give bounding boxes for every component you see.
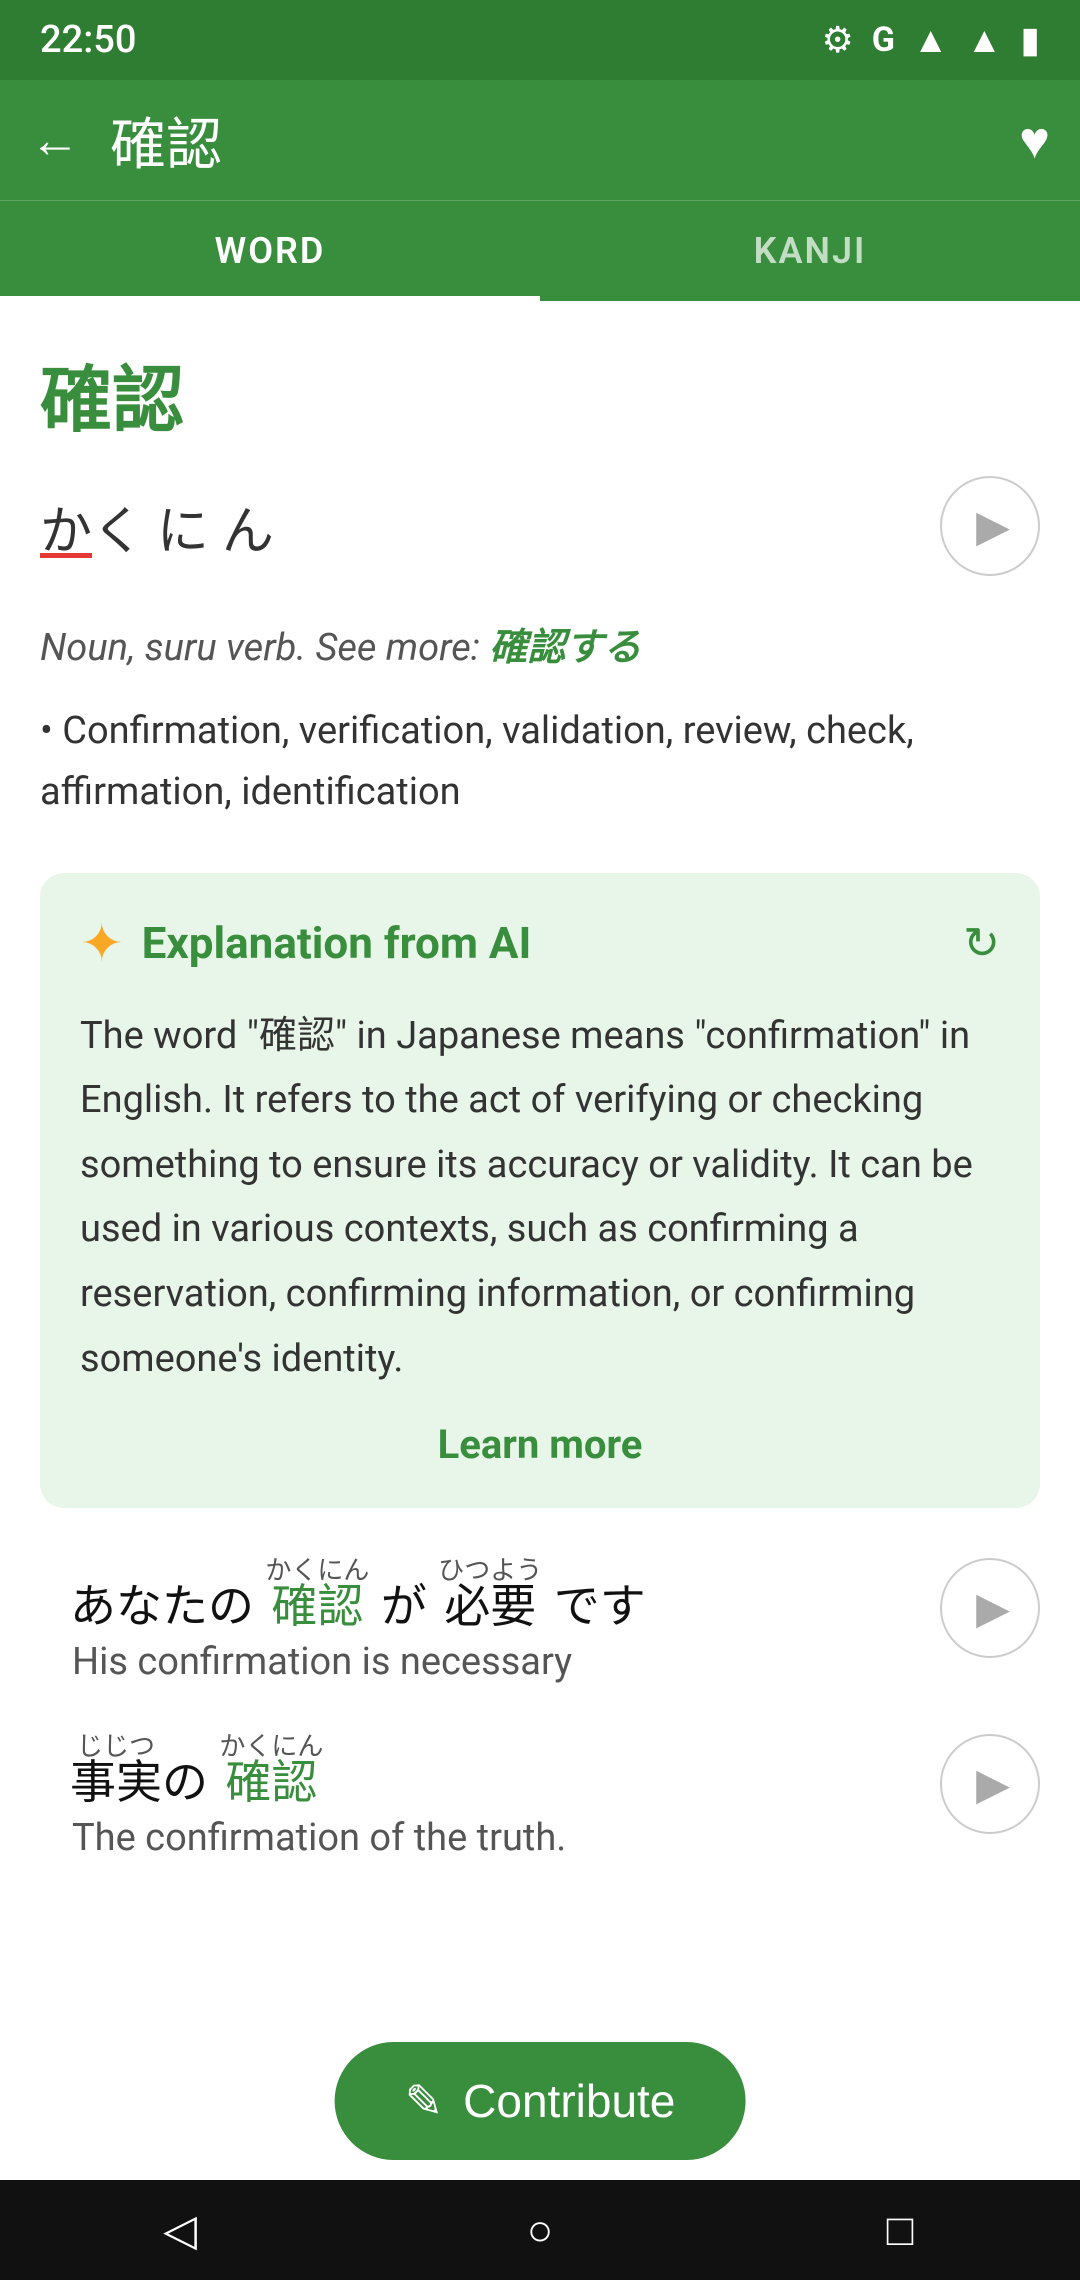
contribute-button[interactable]: ✎ Contribute xyxy=(335,2042,746,2160)
nav-home-icon: ○ xyxy=(527,2204,554,2256)
g-icon: G xyxy=(872,20,895,60)
app-bar-title: 確認 xyxy=(110,100,989,181)
sparkle-icon: ✦ xyxy=(80,913,124,974)
app-bar: ← 確認 ♥ xyxy=(0,80,1080,200)
nav-bar: ◁ ○ □ xyxy=(0,2180,1080,2280)
ruby-kakunin-2: かくにん 確認 xyxy=(219,1734,323,1806)
nav-back-button[interactable]: ◁ xyxy=(120,2190,240,2270)
play-icon: ▶ xyxy=(976,500,1010,552)
tabs: WORD KANJI xyxy=(0,200,1080,301)
main-content: 確認 かく に ん ▶ Noun, suru verb. See more: 確… xyxy=(0,301,1080,2221)
learn-more-link[interactable]: Learn more xyxy=(80,1421,1000,1468)
ruby-hitsuyou: ひつよう 必要 xyxy=(438,1558,542,1630)
signal-icon: ▲ xyxy=(967,19,1003,61)
example-english-2: The confirmation of the truth. xyxy=(40,1816,920,1860)
tab-kanji[interactable]: KANJI xyxy=(540,201,1080,301)
ruby-kakunin-1: かくにん 確認 xyxy=(265,1558,369,1630)
back-icon: ← xyxy=(30,111,80,170)
play-pronunciation-button[interactable]: ▶ xyxy=(940,476,1040,576)
plain-anata: あなたの xyxy=(70,1584,265,1630)
nav-back-icon: ◁ xyxy=(163,2204,197,2256)
battery-icon: ▮ xyxy=(1020,19,1040,61)
example-ruby-line-2: じじつ 事実 の かくにん 確認 xyxy=(40,1734,920,1806)
example-sentence-1: あなたの かくにん 確認 が ひつよう 必要 です His confirmati… xyxy=(40,1558,1040,1684)
nav-recent-icon: □ xyxy=(887,2204,914,2256)
play-example-2-button[interactable]: ▶ xyxy=(940,1734,1040,1834)
pronunciation-row: かく に ん ▶ xyxy=(40,476,1040,576)
ai-card-header: ✦ Explanation from AI ↻ xyxy=(80,913,1000,974)
play-example-1-icon: ▶ xyxy=(976,1582,1010,1634)
status-icons: ⚙ G ▲ ▲ ▮ xyxy=(821,19,1040,61)
example-item-1: あなたの かくにん 確認 が ひつよう 必要 です His confirmati… xyxy=(40,1558,1040,1684)
pronunciation-char-0: か xyxy=(40,501,92,562)
ai-explanation-card: ✦ Explanation from AI ↻ The word "確認" in… xyxy=(40,873,1040,1509)
settings-icon: ⚙ xyxy=(821,19,853,61)
wifi-icon: ▲ xyxy=(913,19,949,61)
word-type-link[interactable]: 確認する xyxy=(489,626,641,670)
ai-card-title: Explanation from AI xyxy=(142,917,532,969)
word-title: 確認 xyxy=(40,341,1040,446)
back-button[interactable]: ← xyxy=(30,111,80,170)
example-ruby-line-1: あなたの かくにん 確認 が ひつよう 必要 です xyxy=(40,1558,920,1630)
favorite-icon: ♥ xyxy=(1019,110,1050,171)
play-example-2-icon: ▶ xyxy=(976,1758,1010,1810)
tab-word[interactable]: WORD xyxy=(0,201,540,301)
example-left-2: じじつ 事実 の かくにん 確認 The confirmation of the… xyxy=(40,1734,920,1860)
nav-recent-button[interactable]: □ xyxy=(840,2190,960,2270)
pronunciation-text: かく に ん xyxy=(40,489,274,564)
contribute-icon: ✎ xyxy=(405,2074,444,2128)
status-bar: 22:50 ⚙ G ▲ ▲ ▮ xyxy=(0,0,1080,80)
status-time: 22:50 xyxy=(40,18,136,62)
favorite-button[interactable]: ♥ xyxy=(1019,110,1050,171)
example-english-1: His confirmation is necessary xyxy=(40,1640,920,1684)
definitions: • Confirmation, verification, validation… xyxy=(40,701,1040,823)
ruby-jijitsu: じじつ 事実 xyxy=(70,1734,162,1806)
example-sentence-2: じじつ 事実 の かくにん 確認 The confirmation of the… xyxy=(40,1734,1040,1860)
word-type: Noun, suru verb. See more: 確認する xyxy=(40,616,1040,671)
pronunciation-char-1: く に ん xyxy=(92,501,274,562)
contribute-label: Contribute xyxy=(463,2074,675,2128)
ai-card-body: The word "確認" in Japanese means "confirm… xyxy=(80,1004,1000,1392)
example-item-2: じじつ 事実 の かくにん 確認 The confirmation of the… xyxy=(40,1734,1040,1860)
nav-home-button[interactable]: ○ xyxy=(480,2190,600,2270)
ai-card-title-row: ✦ Explanation from AI xyxy=(80,913,531,974)
play-example-1-button[interactable]: ▶ xyxy=(940,1558,1040,1658)
example-left-1: あなたの かくにん 確認 が ひつよう 必要 です His confirmati… xyxy=(40,1558,920,1684)
refresh-button[interactable]: ↻ xyxy=(963,917,1000,969)
